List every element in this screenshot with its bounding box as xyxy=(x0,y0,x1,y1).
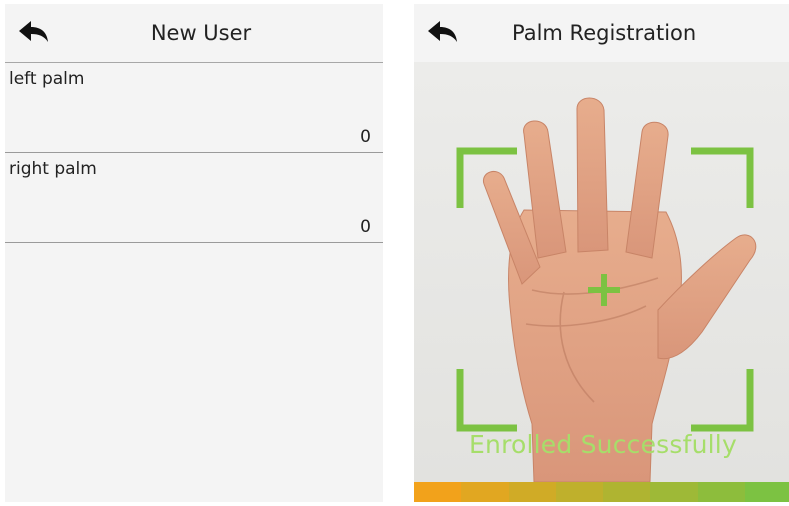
left-palm-field[interactable]: left palm 0 xyxy=(5,63,383,153)
status-message: Enrolled Successfully xyxy=(469,430,737,459)
field-value: 0 xyxy=(360,217,371,237)
enrollment-progress-bar xyxy=(414,482,789,502)
progress-segment xyxy=(555,482,603,502)
progress-segment xyxy=(508,482,556,502)
header: New User xyxy=(5,4,383,62)
field-label: left palm xyxy=(9,69,85,89)
header: Palm Registration xyxy=(414,4,789,62)
progress-segment xyxy=(697,482,745,502)
progress-segment xyxy=(461,482,509,502)
progress-segment xyxy=(650,482,698,502)
right-palm-field[interactable]: right palm 0 xyxy=(5,153,383,243)
palm-scan-view xyxy=(456,97,757,482)
progress-segment xyxy=(414,482,462,502)
back-arrow-icon[interactable] xyxy=(426,20,458,46)
progress-segment xyxy=(603,482,651,502)
field-label: right palm xyxy=(9,159,97,179)
page-title: Palm Registration xyxy=(512,21,697,45)
page-title: New User xyxy=(150,21,252,45)
progress-segment xyxy=(744,482,789,502)
new-user-screen: New User left palm 0 right palm 0 xyxy=(5,4,383,502)
palm-camera-preview: Enrolled Successfully xyxy=(414,62,789,482)
palm-registration-screen: Palm Registration Enrolled Successfully xyxy=(414,4,789,502)
field-value: 0 xyxy=(360,127,371,147)
